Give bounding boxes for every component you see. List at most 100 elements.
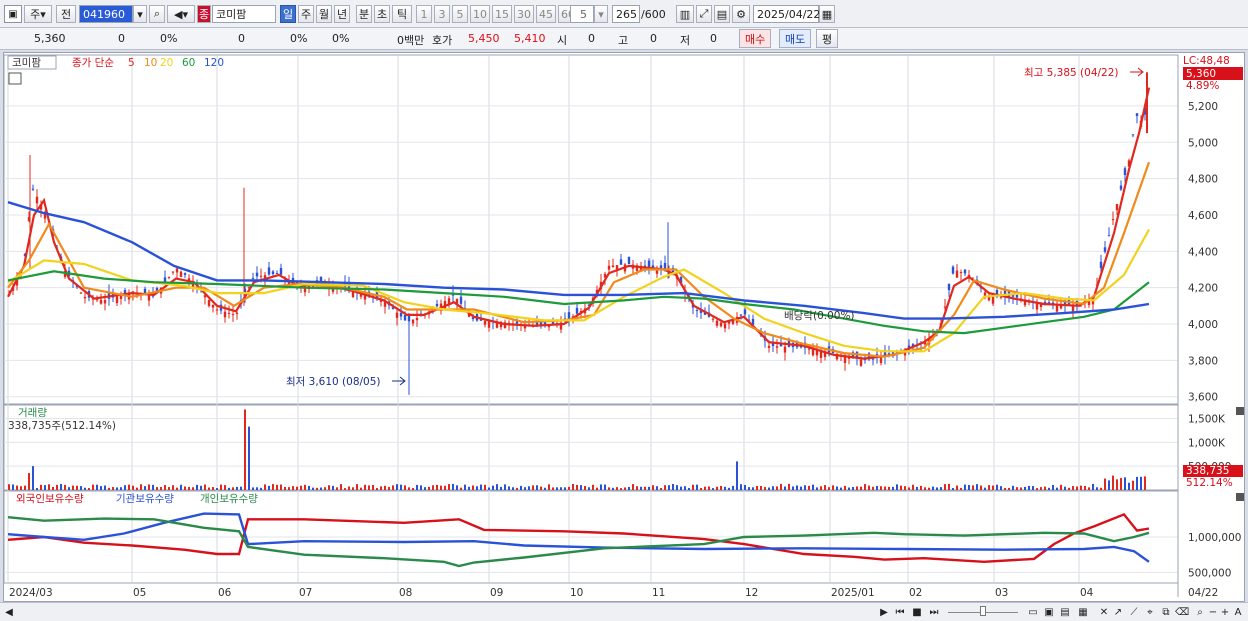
candle-body	[715, 320, 719, 326]
volume-bar	[360, 487, 362, 490]
layout-icon-4[interactable]: ▦	[1076, 606, 1090, 619]
prev-button[interactable]: 전	[56, 5, 76, 23]
scroll-right-icon[interactable]: ▶	[878, 606, 890, 619]
last-page-icon[interactable]: ⏭	[927, 606, 941, 619]
chart-area[interactable]: 2024/03 05 06 07 08 09 10 11 12 2025/01 02 03 04 04/2…	[3, 52, 1245, 602]
interval-custom-input[interactable]: 5	[570, 5, 594, 23]
period-day[interactable]: 일	[280, 5, 296, 23]
volume-bar	[64, 484, 66, 490]
zoom-out-icon[interactable]: −	[1208, 606, 1218, 619]
volume-bar	[628, 486, 630, 490]
chart-scrollbar[interactable]: ◀ ▶ ⏮ ■ ⏭ ▭ ▣ ▤ ▦ ✕ ↗ ⟋ ⌖ ⧉ ⌫ ⌕ − + A	[0, 602, 1248, 621]
volume-bar	[988, 485, 990, 490]
stock-code-input[interactable]: 041960	[79, 5, 133, 23]
copy-icon[interactable]: ⧉	[1160, 606, 1172, 619]
volume-bar	[312, 487, 314, 490]
layout-icon-3[interactable]: ▤	[1058, 606, 1072, 619]
measure-icon[interactable]: ⌖	[1144, 606, 1156, 619]
sell-button[interactable]: 매도	[779, 29, 812, 48]
layout-icon-1[interactable]: ▭	[1026, 606, 1040, 619]
date-input[interactable]: 2025/04/22	[753, 5, 820, 23]
search-icon[interactable]: ⌕	[149, 5, 165, 23]
stock-type-badge: 종	[197, 5, 211, 23]
volume-bar	[772, 486, 774, 490]
chart-type-icon[interactable]: ▥	[676, 5, 694, 23]
volume-bar	[176, 487, 178, 490]
period-month[interactable]: 월	[316, 5, 332, 23]
trend-icon[interactable]: ↗	[1112, 606, 1124, 619]
price-tick-label: 3,600	[1188, 392, 1218, 404]
volume-bar	[400, 484, 402, 490]
volume-bar	[1032, 486, 1034, 490]
volume-bar	[576, 484, 578, 490]
volume-close-icon	[1236, 407, 1244, 415]
volume-bar	[192, 487, 194, 490]
candle-body	[619, 259, 623, 265]
period-year[interactable]: 년	[334, 5, 350, 23]
high-value: 0	[650, 32, 657, 45]
volume-bar	[652, 485, 654, 490]
volume-bar	[324, 487, 326, 490]
volume-bar	[132, 485, 134, 490]
interval-3[interactable]: 3	[434, 5, 450, 23]
candle-body	[695, 310, 699, 312]
x-axis-label: 05	[133, 587, 146, 599]
interval-dropdown-icon[interactable]: ▾	[594, 5, 608, 23]
interval-10[interactable]: 10	[470, 5, 490, 23]
period-second[interactable]: 초	[374, 5, 390, 23]
panel-frame-0	[4, 54, 1179, 405]
first-page-icon[interactable]: ⏮	[893, 606, 907, 619]
layout-icon-2[interactable]: ▣	[1042, 606, 1056, 619]
code-dropdown-icon[interactable]: ▾	[133, 5, 147, 23]
interval-45[interactable]: 45	[536, 5, 556, 23]
interval-1[interactable]: 1	[416, 5, 432, 23]
erase-icon[interactable]: ⌫	[1175, 606, 1189, 619]
draw-tool-icon[interactable]: ⤢	[696, 5, 712, 23]
stop-icon[interactable]: ■	[910, 606, 924, 619]
candle-body	[611, 265, 615, 267]
period-week[interactable]: 주	[298, 5, 314, 23]
low-annotation: 최저 3,610 (08/05)	[286, 376, 381, 388]
volume-bar	[224, 485, 226, 490]
bar-count-input[interactable]: 265	[612, 5, 640, 23]
last-price-value: 5,360	[1186, 68, 1216, 80]
avg-button[interactable]: 평	[816, 29, 839, 48]
x-axis-label: 2025/01	[831, 587, 875, 599]
gear-icon[interactable]: ⚙	[732, 5, 750, 23]
period-minute[interactable]: 분	[356, 5, 372, 23]
zoom-in-icon[interactable]: +	[1220, 606, 1230, 619]
zoom-slider-handle[interactable]	[980, 606, 986, 616]
market-select[interactable]: 주 ▾	[24, 5, 52, 23]
volume-pct: 0%	[290, 32, 308, 45]
line-tool-icon[interactable]: ⟋	[1128, 606, 1140, 619]
ma-legend-5: 5	[128, 57, 135, 69]
interval-5[interactable]: 5	[452, 5, 468, 23]
stock-chart-canvas[interactable]: 2024/03 05 06 07 08 09 10 11 12 2025/01 02 03 04 04/2…	[4, 53, 1246, 603]
zoom-search-icon[interactable]: ⌕	[1194, 606, 1206, 619]
volume-bar	[288, 487, 290, 490]
volume-bar	[516, 487, 518, 490]
cross-icon[interactable]: ✕	[1098, 606, 1110, 619]
sound-icon[interactable]: ◀▾	[167, 5, 195, 23]
window-menu-icon[interactable]: ▣	[4, 5, 22, 23]
candle-body	[955, 270, 959, 278]
font-size-icon[interactable]: A	[1232, 606, 1244, 619]
stock-name-field[interactable]: 코미팜	[212, 5, 276, 23]
interval-15[interactable]: 15	[492, 5, 512, 23]
volume-bar	[744, 484, 746, 490]
volume-bar	[120, 487, 122, 490]
volume-bar	[1056, 487, 1058, 490]
period-tick[interactable]: 틱	[392, 5, 412, 23]
save-icon[interactable]: ▤	[714, 5, 730, 23]
candle-body	[227, 312, 231, 314]
candle-body	[83, 296, 87, 299]
interval-30[interactable]: 30	[514, 5, 534, 23]
scroll-left-icon[interactable]: ◀	[4, 606, 14, 619]
volume-bar	[528, 486, 530, 490]
calendar-icon[interactable]: ▦	[819, 5, 835, 23]
volume-bar	[96, 484, 98, 490]
volume-bar	[220, 484, 222, 490]
buy-button[interactable]: 매수	[739, 29, 772, 48]
volume-bar	[292, 486, 294, 490]
volume-bar	[864, 484, 866, 490]
